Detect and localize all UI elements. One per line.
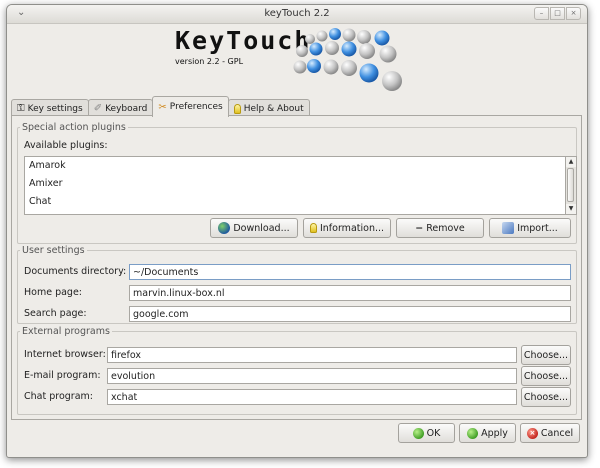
globe-icon: [218, 222, 231, 234]
maximize-button[interactable]: □: [550, 7, 565, 20]
choose-chat-button[interactable]: Choose...: [521, 387, 571, 407]
import-label: Import...: [517, 222, 558, 234]
apply-icon: [467, 427, 479, 439]
download-label: Download...: [233, 222, 290, 234]
internet-browser-label: Internet browser:: [24, 349, 106, 360]
minimize-button[interactable]: –: [534, 7, 549, 20]
plugins-scrollbar[interactable]: ▲ ▼: [565, 156, 577, 215]
title-bar[interactable]: ⌄ keyTouch 2.2 – □ ×: [7, 5, 587, 24]
information-button[interactable]: Information...: [303, 218, 391, 238]
close-button[interactable]: ×: [566, 7, 581, 20]
minus-icon: −: [415, 222, 424, 234]
ok-label: OK: [426, 427, 441, 439]
bulb-icon: [233, 103, 241, 114]
key-icon: ⚿: [17, 103, 25, 114]
tab-preferences[interactable]: ✂ Preferences: [152, 96, 229, 117]
window-title: keyTouch 2.2: [264, 8, 330, 19]
documents-directory-label: Documents directory:: [24, 266, 127, 277]
preferences-panel: Special action plugins Available plugins…: [11, 115, 582, 420]
group-legend: User settings: [22, 245, 85, 256]
search-page-label: Search page:: [24, 308, 87, 319]
chat-program-label: Chat program:: [24, 391, 93, 402]
list-item[interactable]: Amixer: [25, 175, 565, 193]
tools-icon: ✂: [158, 101, 167, 113]
external-programs-group: External programs Internet browser: fire…: [17, 326, 577, 415]
cancel-label: Cancel: [540, 427, 574, 439]
remove-label: Remove: [426, 222, 465, 234]
email-program-label: E-mail program:: [24, 370, 101, 381]
internet-browser-input[interactable]: firefox: [107, 347, 517, 363]
user-settings-group: User settings Documents directory: ~/Doc…: [17, 245, 577, 324]
bulb-icon: [309, 223, 317, 233]
choose-browser-button[interactable]: Choose...: [521, 345, 571, 365]
tab-label: Help & About: [243, 103, 304, 114]
remove-button[interactable]: − Remove: [396, 218, 484, 238]
tab-label: Key settings: [27, 103, 83, 114]
list-item[interactable]: Chat: [25, 193, 565, 211]
documents-directory-input[interactable]: ~/Documents: [129, 264, 571, 280]
app-logo: KeyTouch version 2.2 - GPL: [167, 25, 427, 95]
version-label: version 2.2 - GPL: [175, 57, 244, 66]
apply-label: Apply: [481, 427, 508, 439]
choose-email-button[interactable]: Choose...: [521, 366, 571, 386]
import-icon: [502, 222, 515, 234]
scroll-down-icon[interactable]: ▼: [566, 204, 576, 214]
tab-label: Preferences: [169, 102, 223, 112]
logo-keys-graphic: [293, 28, 402, 91]
app-window: ⌄ keyTouch 2.2 – □ × KeyTouch version 2.…: [6, 4, 588, 458]
scroll-thumb[interactable]: [567, 168, 574, 202]
pen-icon: ✐: [93, 103, 103, 114]
available-plugins-label: Available plugins:: [24, 140, 108, 151]
ok-icon: [412, 427, 424, 439]
home-page-input[interactable]: marvin.linux-box.nl: [129, 285, 571, 301]
download-button[interactable]: Download...: [210, 218, 298, 238]
search-page-input[interactable]: google.com: [129, 306, 571, 322]
tab-label: Keyboard: [105, 103, 148, 114]
home-page-label: Home page:: [24, 287, 83, 298]
cancel-icon: ×: [526, 427, 538, 439]
information-label: Information...: [319, 222, 385, 234]
chat-program-input[interactable]: xchat: [107, 389, 517, 405]
scroll-up-icon[interactable]: ▲: [566, 157, 576, 167]
tab-bar: ⚿ Key settings ✐ Keyboard ✂ Preferences …: [11, 96, 310, 117]
plugins-list[interactable]: Amarok Amixer Chat: [24, 156, 566, 215]
window-controls: – □ ×: [534, 7, 581, 20]
group-legend: Special action plugins: [22, 122, 126, 133]
group-legend: External programs: [22, 326, 110, 337]
import-button[interactable]: Import...: [489, 218, 571, 238]
apply-button[interactable]: Apply: [459, 423, 516, 443]
email-program-input[interactable]: evolution: [107, 368, 517, 384]
list-item[interactable]: Amarok: [25, 157, 565, 175]
ok-button[interactable]: OK: [398, 423, 455, 443]
special-action-plugins-group: Special action plugins Available plugins…: [17, 122, 577, 244]
cancel-button[interactable]: × Cancel: [520, 423, 580, 443]
